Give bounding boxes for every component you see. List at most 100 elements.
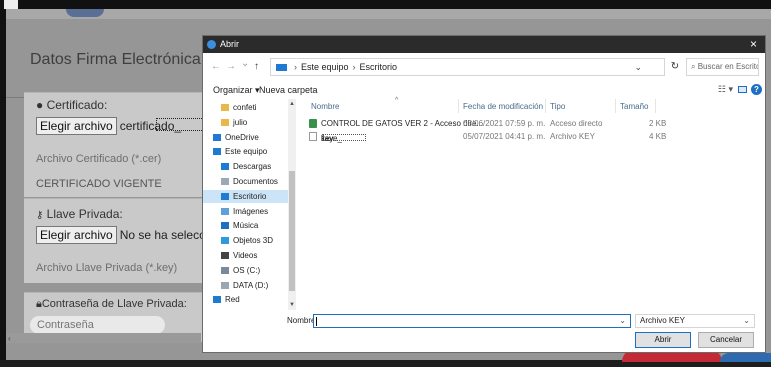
- network-icon: [213, 296, 221, 304]
- certificate-choose-file-button[interactable]: Elegir archivo: [36, 117, 117, 135]
- nav-item[interactable]: Objetos 3D: [203, 234, 288, 247]
- nav-item[interactable]: Descargas: [203, 160, 288, 173]
- file-size: 2 KB: [649, 119, 667, 128]
- help-icon[interactable]: ?: [751, 84, 762, 95]
- close-icon[interactable]: ×: [750, 37, 757, 51]
- scroll-left-icon[interactable]: ‹: [8, 334, 11, 343]
- file-list-header: ^ Nombre Fecha de modificación Tipo Tama…: [303, 97, 753, 113]
- nav-item[interactable]: OS (C:): [203, 264, 288, 277]
- view-options-icon[interactable]: ☷ ▾: [718, 84, 733, 95]
- page-horizontal-scrollbar[interactable]: ‹: [6, 333, 201, 343]
- breadcrumb-this-pc[interactable]: Este equipo: [301, 62, 349, 72]
- nav-item-label: DATA (D:): [233, 280, 269, 290]
- open-file-dialog: Abrir × ← → ⌄ ↑ › Este equipo › Escritor…: [202, 35, 766, 353]
- file-modified: 03/06/2021 07:59 p. m.: [463, 119, 546, 128]
- private-key-label: ⚷ Llave Privada:: [36, 207, 123, 221]
- nav-item-label: Escritorio: [233, 191, 267, 201]
- nav-item[interactable]: Música: [203, 219, 288, 232]
- top-bar: [0, 0, 771, 9]
- nav-item[interactable]: Videos: [203, 249, 288, 262]
- password-input[interactable]: [30, 316, 165, 334]
- file-row[interactable]: CONTROL DE GATOS VER 2 - Acceso dire... …: [303, 117, 667, 130]
- back-arrow-icon[interactable]: ←: [211, 61, 221, 72]
- column-separator: [615, 99, 616, 113]
- sort-caret-icon: ^: [395, 97, 399, 104]
- dialog-titlebar: Abrir ×: [203, 36, 765, 53]
- filename-input[interactable]: ⌄: [313, 314, 631, 328]
- objects-3d-icon: [221, 237, 229, 245]
- column-name[interactable]: Nombre: [311, 102, 339, 111]
- drive-icon: [221, 266, 229, 274]
- certificate-label-text: Certificado:: [46, 98, 108, 112]
- nav-item-label: julio: [233, 117, 248, 127]
- nav-item-label: Imágenes: [233, 206, 269, 216]
- file-size: 4 KB: [649, 132, 667, 141]
- password-label-text: Contraseña de Llave Privada:: [41, 298, 187, 310]
- file-row[interactable]: llave_ key 05/07/2021 04:41 p. m. Archivo…: [303, 130, 667, 143]
- nav-item-label: Este equipo: [225, 147, 268, 157]
- recent-locations-icon[interactable]: ⌄: [241, 58, 249, 69]
- nav-item-label: Descargas: [233, 162, 272, 172]
- focus-outline: [156, 118, 206, 131]
- password-label: 🔒︎Contraseña de Llave Privada:: [36, 298, 187, 311]
- nav-item-label: OS (C:): [233, 265, 261, 275]
- scroll-down-icon[interactable]: ▼: [289, 302, 295, 308]
- browser-icon: [207, 40, 216, 49]
- column-type[interactable]: Tipo: [550, 102, 565, 111]
- address-row: ← → ⌄ ↑ › Este equipo › Escritorio ⌄ ↻ ⌕…: [203, 54, 765, 81]
- scroll-thumb[interactable]: [289, 171, 295, 291]
- address-bar[interactable]: › Este equipo › Escritorio ⌄: [270, 58, 665, 76]
- cancel-button[interactable]: Cancelar: [698, 332, 754, 348]
- music-icon: [221, 222, 229, 230]
- cloud-icon: [213, 133, 221, 141]
- organize-button[interactable]: Organizar ▾: [213, 85, 260, 96]
- file-modified: 05/07/2021 04:41 p. m.: [463, 132, 546, 141]
- search-input[interactable]: ⌕ Buscar en Escritorio: [686, 58, 759, 76]
- breadcrumb-separator-icon: ›: [352, 62, 356, 72]
- nav-item[interactable]: Documentos: [203, 175, 288, 188]
- nav-item[interactable]: confeti: [203, 101, 288, 114]
- nav-item-label: Música: [233, 221, 259, 231]
- file-type-select[interactable]: Archivo KEY ⌄: [635, 314, 755, 328]
- open-button[interactable]: Abrir: [635, 332, 691, 348]
- search-placeholder: Buscar en Escritorio: [697, 62, 758, 71]
- dialog-toolbar: Organizar ▾ Nueva carpeta ☷ ▾ ?: [203, 82, 765, 98]
- nav-item[interactable]: DATA (D:): [203, 279, 288, 292]
- scroll-up-icon[interactable]: ▲: [289, 101, 295, 107]
- private-key-choose-file-button[interactable]: Elegir archivo: [36, 226, 117, 244]
- file-type: Archivo KEY: [550, 132, 595, 141]
- new-folder-button[interactable]: Nueva carpeta: [259, 85, 318, 95]
- certificate-status: CERTIFICADO VIGENTE: [36, 178, 162, 190]
- nav-item[interactable]: OneDrive: [203, 131, 288, 144]
- nav-item[interactable]: Imágenes: [203, 205, 288, 218]
- navigation-scrollbar[interactable]: ▲ ▼: [288, 99, 296, 310]
- breadcrumb-desktop[interactable]: Escritorio: [360, 62, 398, 72]
- nav-item-label: OneDrive: [225, 132, 259, 142]
- download-icon: [221, 163, 229, 171]
- refresh-icon[interactable]: ↻: [666, 59, 684, 77]
- column-size[interactable]: Tamaño: [620, 102, 648, 111]
- top-bar-block: [4, 0, 18, 9]
- nav-item[interactable]: Este equipo: [203, 145, 288, 158]
- column-modified[interactable]: Fecha de modificación: [463, 102, 543, 111]
- column-separator: [655, 99, 656, 113]
- preview-pane-icon[interactable]: [738, 86, 747, 93]
- nav-item[interactable]: julio: [203, 116, 288, 129]
- nav-item[interactable]: Red: [203, 293, 288, 306]
- nav-item-label: Videos: [233, 251, 258, 260]
- nav-item-label: Red: [225, 295, 240, 305]
- chevron-down-icon[interactable]: ⌄: [743, 315, 750, 327]
- nav-item-label: confeti: [233, 103, 257, 112]
- file-type-value: Archivo KEY: [640, 316, 685, 325]
- address-dropdown-icon[interactable]: ⌄: [634, 62, 642, 73]
- nav-item[interactable]: Escritorio: [203, 189, 288, 203]
- certificate-field-label: Archivo Certificado (*.cer): [36, 153, 162, 165]
- chevron-down-icon[interactable]: ⌄: [619, 316, 626, 325]
- certificate-label: ● Certificado:: [36, 98, 107, 112]
- computer-icon: [213, 148, 221, 156]
- column-separator: [545, 99, 546, 113]
- nav-item-label: Objetos 3D: [233, 236, 274, 246]
- pictures-icon: [221, 207, 229, 215]
- up-arrow-icon[interactable]: ↑: [254, 61, 259, 72]
- forward-arrow-icon[interactable]: →: [226, 61, 236, 72]
